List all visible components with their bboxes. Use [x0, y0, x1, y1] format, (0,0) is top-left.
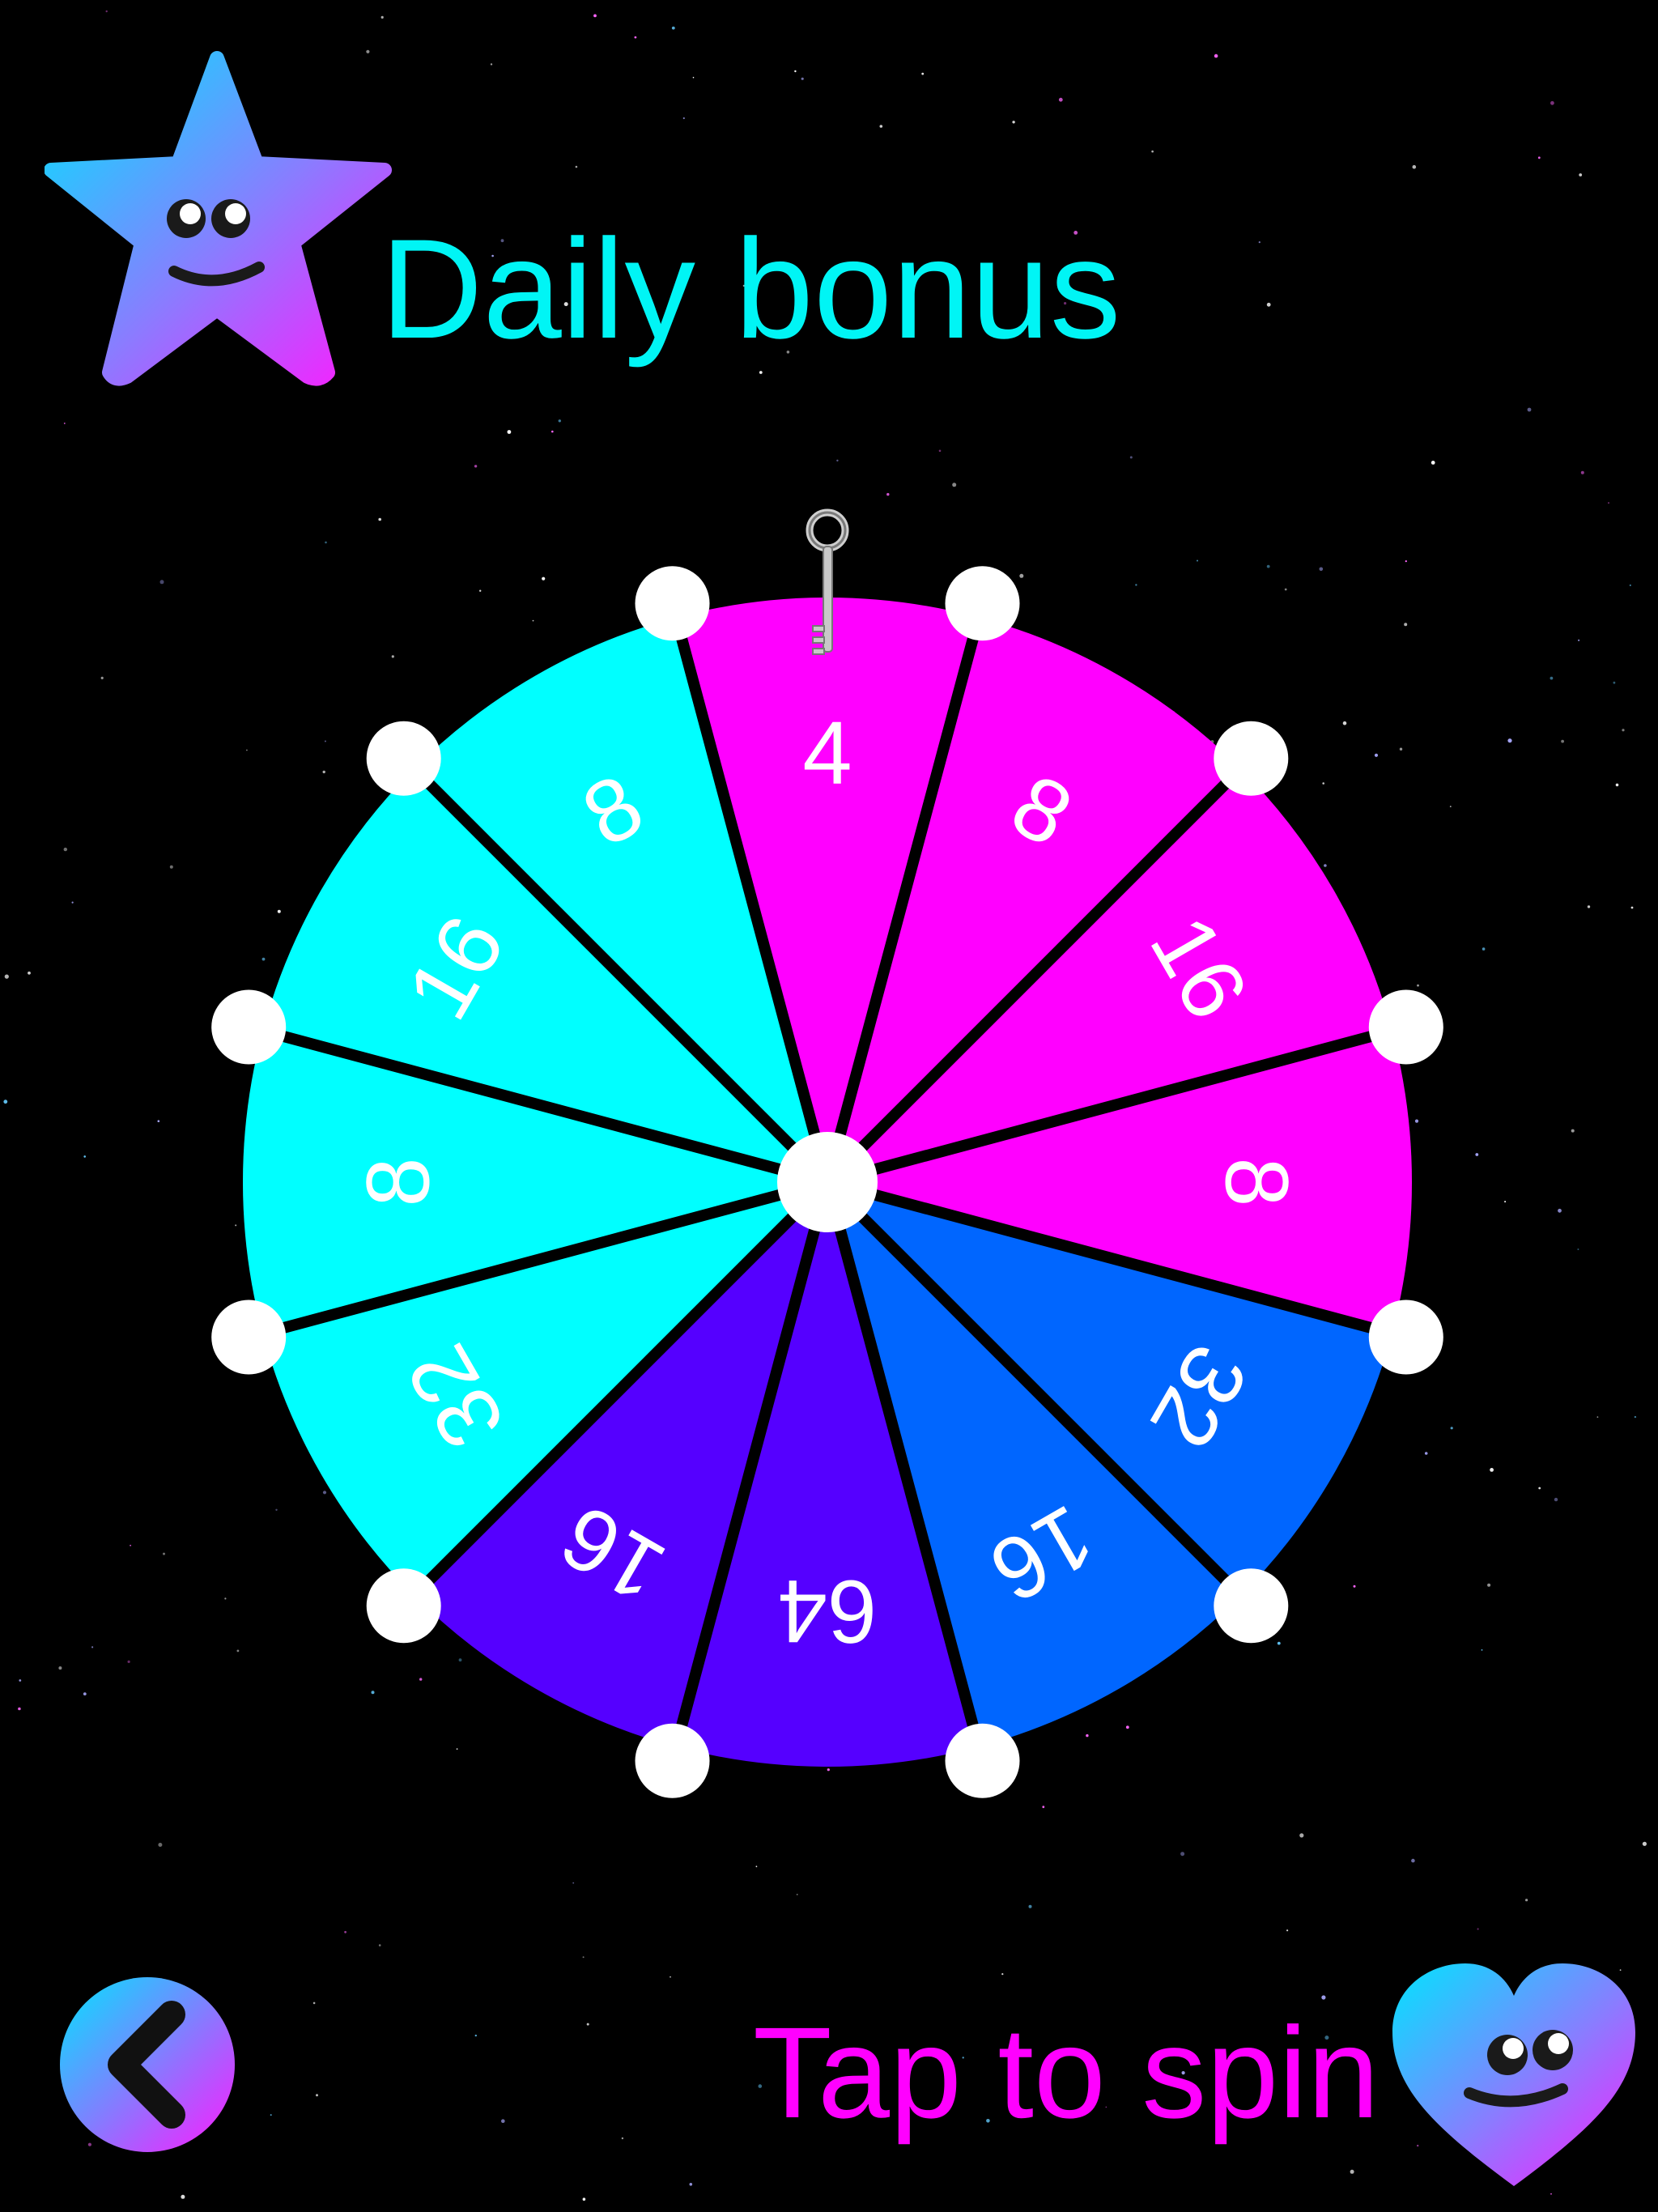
wheel-peg [1368, 989, 1443, 1065]
wheel-peg [1214, 721, 1289, 796]
wheel-peg [366, 1568, 441, 1644]
wheel-peg [1214, 1568, 1289, 1644]
prize-wheel[interactable]: 4816832166416328168 [0, 0, 1658, 2212]
wheel-segment-value: 64 [778, 1562, 877, 1661]
tap-to-spin-button[interactable]: Tap to spin [753, 2008, 1380, 2138]
wheel-peg [635, 566, 710, 641]
wheel-peg [635, 1723, 710, 1798]
smiling-heart-icon[interactable] [1388, 1959, 1639, 2194]
wheel-segment-value: 4 [802, 704, 852, 803]
wheel-peg [211, 989, 287, 1065]
wheel-segment-value: 8 [349, 1157, 449, 1206]
wheel-peg [945, 1723, 1020, 1798]
wheel-peg [366, 721, 441, 796]
wheel-peg [945, 566, 1020, 641]
back-button[interactable] [58, 1976, 236, 2154]
wheel-peg [211, 1300, 287, 1375]
wheel-segment-value: 8 [1207, 1157, 1307, 1206]
wheel-hub [777, 1132, 878, 1232]
wheel-peg [1368, 1300, 1443, 1375]
daily-bonus-screen: Daily bonus 4 8 16 8 32 16 64 16 32 8 16 8 Tap to s… [0, 0, 1658, 2212]
